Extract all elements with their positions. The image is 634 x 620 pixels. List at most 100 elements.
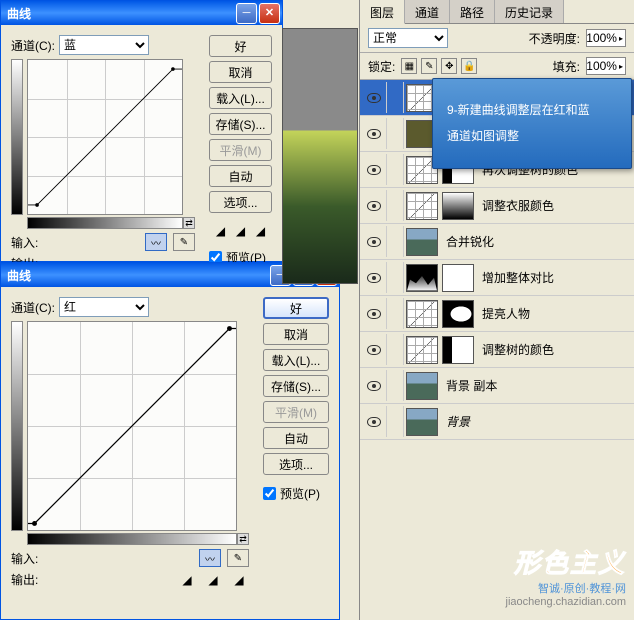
tab-layers[interactable]: 图层 xyxy=(360,0,405,24)
auto-button[interactable]: 自动 xyxy=(209,165,272,187)
curve-tool-icon[interactable]: 〰 xyxy=(145,233,167,251)
lock-all-icon[interactable]: 🔒 xyxy=(461,58,477,74)
layer-row[interactable]: 提亮人物 xyxy=(360,296,634,332)
layer-thumbnail[interactable] xyxy=(406,228,438,256)
visibility-toggle[interactable] xyxy=(362,417,386,427)
layer-name: 合并锐化 xyxy=(446,233,632,250)
eyedropper-gray-icon[interactable]: ◢ xyxy=(205,572,221,588)
layer-row[interactable]: 增加整体对比 xyxy=(360,260,634,296)
pencil-tool-icon[interactable]: ✎ xyxy=(227,549,249,567)
visibility-toggle[interactable] xyxy=(362,201,386,211)
layer-mask-thumbnail[interactable] xyxy=(442,192,474,220)
horizontal-gradient xyxy=(27,533,237,545)
close-button[interactable]: ✕ xyxy=(259,3,280,24)
eyedropper-black-icon[interactable]: ◢ xyxy=(213,223,229,239)
save-button[interactable]: 存储(S)... xyxy=(209,113,272,135)
preview-checkbox[interactable] xyxy=(263,487,276,500)
link-column[interactable] xyxy=(386,298,404,329)
visibility-toggle[interactable] xyxy=(362,129,386,139)
eye-icon xyxy=(367,381,381,391)
link-column[interactable] xyxy=(386,262,404,293)
pencil-tool-icon[interactable]: ✎ xyxy=(173,233,195,251)
channel-select[interactable]: 红 xyxy=(59,297,149,317)
eyedropper-white-icon[interactable]: ◢ xyxy=(253,223,269,239)
link-column[interactable] xyxy=(386,82,404,113)
layer-mask-thumbnail[interactable] xyxy=(442,300,474,328)
channel-select[interactable]: 蓝 xyxy=(59,35,149,55)
eye-icon xyxy=(367,201,381,211)
load-button[interactable]: 载入(L)... xyxy=(209,87,272,109)
lock-transparency-icon[interactable]: ▦ xyxy=(401,58,417,74)
lock-move-icon[interactable]: ✥ xyxy=(441,58,457,74)
tab-paths[interactable]: 路径 xyxy=(450,0,495,23)
visibility-toggle[interactable] xyxy=(362,93,386,103)
link-column[interactable] xyxy=(386,118,404,149)
channel-label: 通道(C): xyxy=(11,37,55,54)
tab-channels[interactable]: 通道 xyxy=(405,0,450,23)
visibility-toggle[interactable] xyxy=(362,309,386,319)
layer-thumbnail[interactable] xyxy=(406,372,438,400)
instruction-tooltip: 9-新建曲线调整层在红和蓝 通道如图调整 xyxy=(432,78,632,169)
visibility-toggle[interactable] xyxy=(362,237,386,247)
fill-input[interactable]: 100%▸ xyxy=(586,57,626,75)
minimize-button[interactable]: ─ xyxy=(236,3,257,24)
eyedropper-gray-icon[interactable]: ◢ xyxy=(233,223,249,239)
input-label: 输入: xyxy=(11,550,38,567)
link-column[interactable] xyxy=(386,406,404,437)
layer-row[interactable]: 调整衣服颜色 xyxy=(360,188,634,224)
eye-icon xyxy=(367,93,381,103)
options-button[interactable]: 选项... xyxy=(209,191,272,213)
layer-name: 背景 副本 xyxy=(446,377,632,394)
lock-paint-icon[interactable]: ✎ xyxy=(421,58,437,74)
smooth-button: 平滑(M) xyxy=(209,139,272,161)
layer-thumbnail[interactable] xyxy=(406,264,438,292)
watermark-brand: 形色主义 xyxy=(506,543,626,580)
curves-graph[interactable] xyxy=(27,59,183,215)
gradient-toggle[interactable]: ⇄ xyxy=(183,217,195,229)
layer-thumbnail[interactable] xyxy=(406,408,438,436)
auto-button[interactable]: 自动 xyxy=(263,427,329,449)
visibility-toggle[interactable] xyxy=(362,165,386,175)
curve-tool-icon[interactable]: 〰 xyxy=(199,549,221,567)
curves-graph[interactable] xyxy=(27,321,237,531)
layer-thumbnail[interactable] xyxy=(406,336,438,364)
cancel-button[interactable]: 取消 xyxy=(263,323,329,345)
layer-thumbnail[interactable] xyxy=(406,300,438,328)
layer-row[interactable]: 背景 副本 xyxy=(360,368,634,404)
layer-name: 调整衣服颜色 xyxy=(482,197,632,214)
blend-mode-select[interactable]: 正常 xyxy=(368,28,448,48)
link-column[interactable] xyxy=(386,190,404,221)
cancel-button[interactable]: 取消 xyxy=(209,61,272,83)
dialog-body: 通道(C): 红 ⇄ 输入: 〰 ✎ xyxy=(1,287,339,598)
eye-icon xyxy=(367,165,381,175)
visibility-toggle[interactable] xyxy=(362,345,386,355)
link-column[interactable] xyxy=(386,370,404,401)
layer-row[interactable]: 背景 xyxy=(360,404,634,440)
link-column[interactable] xyxy=(386,154,404,185)
eye-icon xyxy=(367,273,381,283)
layer-row[interactable]: 合并锐化 xyxy=(360,224,634,260)
ok-button[interactable]: 好 xyxy=(263,297,329,319)
dialog-titlebar[interactable]: 曲线 ─ ✕ xyxy=(1,1,282,25)
save-button[interactable]: 存储(S)... xyxy=(263,375,329,397)
layer-thumbnail[interactable] xyxy=(406,192,438,220)
eye-icon xyxy=(367,309,381,319)
visibility-toggle[interactable] xyxy=(362,381,386,391)
vertical-gradient xyxy=(11,59,23,215)
load-button[interactable]: 载入(L)... xyxy=(263,349,329,371)
layer-mask-thumbnail[interactable] xyxy=(442,336,474,364)
layer-mask-thumbnail[interactable] xyxy=(442,264,474,292)
visibility-toggle[interactable] xyxy=(362,273,386,283)
eyedropper-black-icon[interactable]: ◢ xyxy=(179,572,195,588)
options-button[interactable]: 选项... xyxy=(263,453,329,475)
ok-button[interactable]: 好 xyxy=(209,35,272,57)
gradient-toggle[interactable]: ⇄ xyxy=(237,533,249,545)
eyedropper-white-icon[interactable]: ◢ xyxy=(231,572,247,588)
input-label: 输入: xyxy=(11,234,38,251)
link-column[interactable] xyxy=(386,226,404,257)
tooltip-line1: 9-新建曲线调整层在红和蓝 xyxy=(447,97,617,123)
tab-history[interactable]: 历史记录 xyxy=(495,0,564,23)
opacity-input[interactable]: 100%▸ xyxy=(586,29,626,47)
link-column[interactable] xyxy=(386,334,404,365)
layer-row[interactable]: 调整树的颜色 xyxy=(360,332,634,368)
